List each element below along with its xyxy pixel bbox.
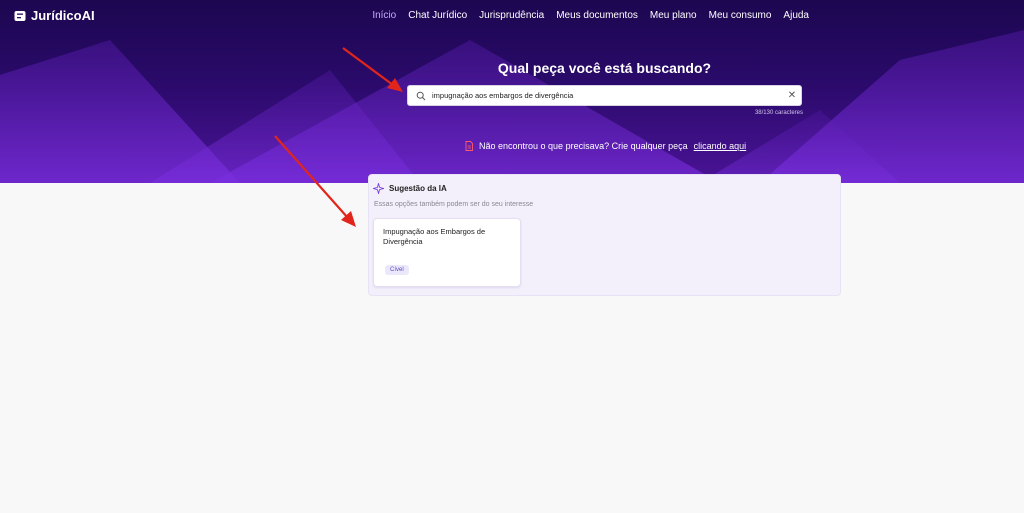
nav-item-meus-documentos[interactable]: Meus documentos <box>556 10 638 21</box>
char-counter: 38/130 caracteres <box>754 110 803 116</box>
ai-suggestion-subheading: Essas opções também podem ser do seu int… <box>374 201 534 208</box>
suggestion-card[interactable]: Impugnação aos Embargos de Divergência C… <box>373 218 521 287</box>
logo-icon <box>14 10 26 21</box>
top-nav: Início Chat Jurídico Jurisprudência Meus… <box>372 10 809 21</box>
logo-text: JurídicoAI <box>31 8 95 23</box>
search-box[interactable]: ✕ <box>407 85 802 106</box>
nav-item-jurisprudencia[interactable]: Jurisprudência <box>479 10 544 21</box>
ai-suggestion-heading: Sugestão da IA <box>389 184 447 193</box>
sparkle-icon <box>373 183 384 194</box>
not-found-text: Não encontrou o que precisava? Crie qual… <box>479 141 688 151</box>
nav-item-ajuda[interactable]: Ajuda <box>783 10 809 21</box>
hero-banner: JurídicoAI Início Chat Jurídico Jurispru… <box>0 0 1024 183</box>
not-found-message: Não encontrou o que precisava? Crie qual… <box>465 141 746 151</box>
nav-item-meu-consumo[interactable]: Meu consumo <box>709 10 772 21</box>
ai-suggestion-panel: Sugestão da IA Essas opções também podem… <box>368 174 841 296</box>
annotation-arrowhead-card <box>341 211 356 227</box>
nav-item-meu-plano[interactable]: Meu plano <box>650 10 697 21</box>
search-icon <box>416 91 426 100</box>
clear-icon[interactable]: ✕ <box>783 90 801 101</box>
ai-suggestion-header: Sugestão da IA <box>373 183 447 194</box>
search-input[interactable] <box>432 91 783 100</box>
nav-item-inicio[interactable]: Início <box>372 10 396 21</box>
category-badge: Cível <box>385 265 409 275</box>
page-title: Qual peça você está buscando? <box>497 60 712 76</box>
app-logo[interactable]: JurídicoAI <box>14 8 95 23</box>
document-icon <box>465 141 473 151</box>
suggestion-card-title: Impugnação aos Embargos de Divergência <box>383 227 486 246</box>
nav-item-chat-juridico[interactable]: Chat Jurídico <box>408 10 467 21</box>
create-piece-link[interactable]: clicando aqui <box>694 141 747 151</box>
